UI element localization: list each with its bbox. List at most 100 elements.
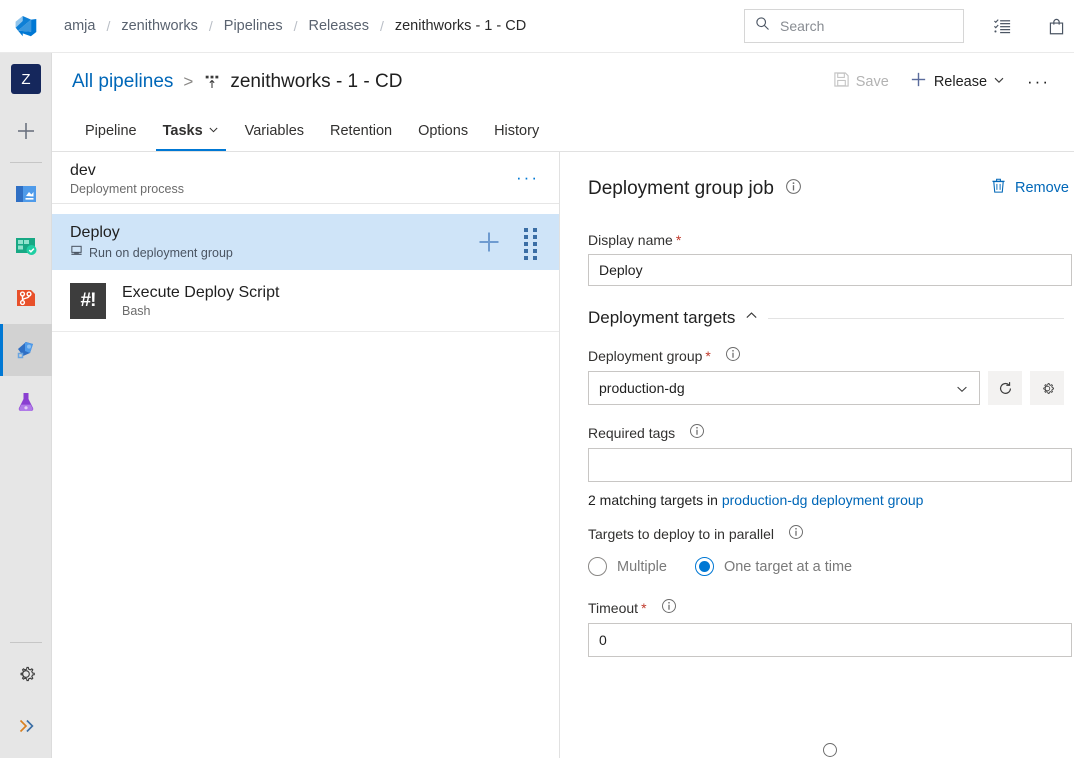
process-name: dev — [70, 161, 559, 181]
rail-item-expand[interactable] — [0, 700, 52, 752]
chevron-up-icon[interactable] — [744, 308, 759, 328]
breadcrumb-separator: / — [371, 18, 393, 34]
tab-pipeline[interactable]: Pipeline — [72, 111, 150, 151]
rail-item-overview[interactable] — [0, 168, 52, 220]
tab-retention[interactable]: Retention — [317, 111, 405, 151]
rail-item-new[interactable] — [0, 105, 52, 157]
test-plans-flask-icon — [13, 389, 39, 415]
rail-item-repos[interactable] — [0, 272, 52, 324]
deployment-group-label-row: Deployment group * — [588, 346, 1074, 365]
radio-label: One target at a time — [724, 559, 852, 575]
tasklist-icon[interactable] — [988, 12, 1016, 40]
rail-item-boards[interactable] — [0, 220, 52, 272]
timeout-label: Timeout — [588, 600, 638, 616]
task-text: Execute Deploy Script Bash — [122, 282, 279, 319]
process-more-button[interactable]: ··· — [516, 168, 539, 188]
breadcrumb: amja / zenithworks / Pipelines / Release… — [62, 0, 528, 53]
trash-icon — [990, 177, 1007, 198]
task-row[interactable]: #! Execute Deploy Script Bash — [52, 270, 559, 332]
breadcrumb-current[interactable]: zenithworks - 1 - CD — [393, 18, 528, 34]
remove-label: Remove — [1015, 180, 1069, 196]
timeout-label-row: Timeout * — [588, 598, 1074, 617]
search-input[interactable] — [778, 17, 948, 35]
rail-item-settings[interactable] — [0, 648, 52, 700]
info-icon[interactable] — [661, 598, 677, 617]
tab-label: Tasks — [163, 123, 203, 139]
tab-history[interactable]: History — [481, 111, 552, 151]
deployment-process-header[interactable]: dev Deployment process ··· — [52, 152, 559, 204]
tab-variables[interactable]: Variables — [232, 111, 317, 151]
release-button[interactable]: Release — [901, 66, 1013, 98]
breadcrumb-releases[interactable]: Releases — [307, 18, 371, 34]
release-label: Release — [934, 74, 987, 90]
repos-icon — [13, 285, 39, 311]
rail-item-pipelines[interactable] — [0, 324, 52, 376]
deployment-group-icon — [70, 244, 83, 261]
more-actions-button[interactable]: ··· — [1017, 66, 1060, 98]
marketplace-bag-icon[interactable] — [1042, 12, 1070, 40]
deployment-group-link[interactable]: production-dg deployment group — [722, 492, 924, 508]
task-subtitle: Bash — [122, 303, 279, 319]
chevron-down-icon — [993, 74, 1005, 90]
parallel-radio-group: Multiple One target at a time — [588, 557, 1074, 576]
tab-label: Retention — [330, 123, 392, 139]
display-name-input[interactable] — [588, 254, 1072, 286]
info-icon[interactable] — [725, 346, 741, 365]
refresh-icon — [997, 380, 1014, 397]
plus-icon — [909, 70, 928, 93]
drag-handle-icon[interactable] — [524, 228, 537, 260]
required-tags-input[interactable] — [588, 448, 1072, 482]
release-pipeline-icon — [203, 73, 221, 91]
radio-one-target-at-a-time[interactable]: One target at a time — [695, 557, 852, 576]
deployment-group-row: production-dg — [588, 371, 1074, 405]
deployment-targets-section-header[interactable]: Deployment targets — [588, 308, 1074, 328]
required-asterisk: * — [705, 348, 710, 364]
task-list-panel: dev Deployment process ··· Deploy Run on… — [52, 152, 560, 758]
top-bar: amja / zenithworks / Pipelines / Release… — [0, 0, 1074, 53]
required-asterisk: * — [676, 232, 681, 248]
refresh-button[interactable] — [988, 371, 1022, 405]
tab-label: Variables — [245, 123, 304, 139]
bash-task-icon: #! — [70, 283, 106, 319]
chevron-down-icon — [208, 123, 219, 139]
rail-divider-bottom — [10, 642, 42, 643]
list-spacer — [52, 204, 559, 214]
azure-devops-logo[interactable] — [0, 0, 52, 53]
breadcrumb-project[interactable]: zenithworks — [119, 18, 200, 34]
rail-item-test-plans[interactable] — [0, 376, 52, 428]
breadcrumb-pipelines[interactable]: Pipelines — [222, 18, 285, 34]
parallel-label: Targets to deploy to in parallel — [588, 526, 774, 542]
header-actions: Save Release ··· — [825, 53, 1060, 110]
parallel-label-row: Targets to deploy to in parallel — [588, 524, 1074, 543]
radio-multiple[interactable]: Multiple — [588, 557, 667, 576]
search-icon — [755, 16, 770, 36]
rail-divider — [10, 162, 42, 163]
save-button[interactable]: Save — [825, 66, 897, 98]
info-icon — [822, 742, 838, 758]
tab-bar: Pipeline Tasks Variables Retention Optio… — [52, 110, 1074, 152]
rail-item-project-avatar[interactable]: Z — [0, 53, 52, 105]
pipeline-name: zenithworks - 1 - CD — [230, 71, 402, 93]
deployment-group-select[interactable]: production-dg — [588, 371, 980, 405]
info-icon[interactable] — [788, 524, 804, 543]
task-title: Execute Deploy Script — [122, 282, 279, 303]
chevron-down-icon — [955, 382, 969, 399]
double-chevron-right-icon — [15, 715, 37, 737]
breadcrumb-org[interactable]: amja — [62, 18, 97, 34]
info-icon[interactable] — [785, 178, 802, 200]
required-tags-label: Required tags — [588, 425, 675, 441]
phase-row-deploy[interactable]: Deploy Run on deployment group — [52, 214, 559, 270]
tab-options[interactable]: Options — [405, 111, 481, 151]
deployment-group-label: Deployment group — [588, 348, 702, 364]
manage-deployment-group-button[interactable] — [1030, 371, 1064, 405]
timeout-input[interactable] — [588, 623, 1072, 657]
remove-button[interactable]: Remove — [990, 177, 1069, 198]
deployment-group-value: production-dg — [599, 380, 685, 396]
search-box[interactable] — [744, 9, 964, 43]
info-icon[interactable] — [689, 423, 705, 442]
breadcrumb-separator: / — [200, 18, 222, 34]
boards-icon — [13, 233, 39, 259]
all-pipelines-link[interactable]: All pipelines — [72, 71, 173, 93]
add-task-button[interactable] — [477, 230, 501, 259]
tab-tasks[interactable]: Tasks — [150, 111, 232, 151]
